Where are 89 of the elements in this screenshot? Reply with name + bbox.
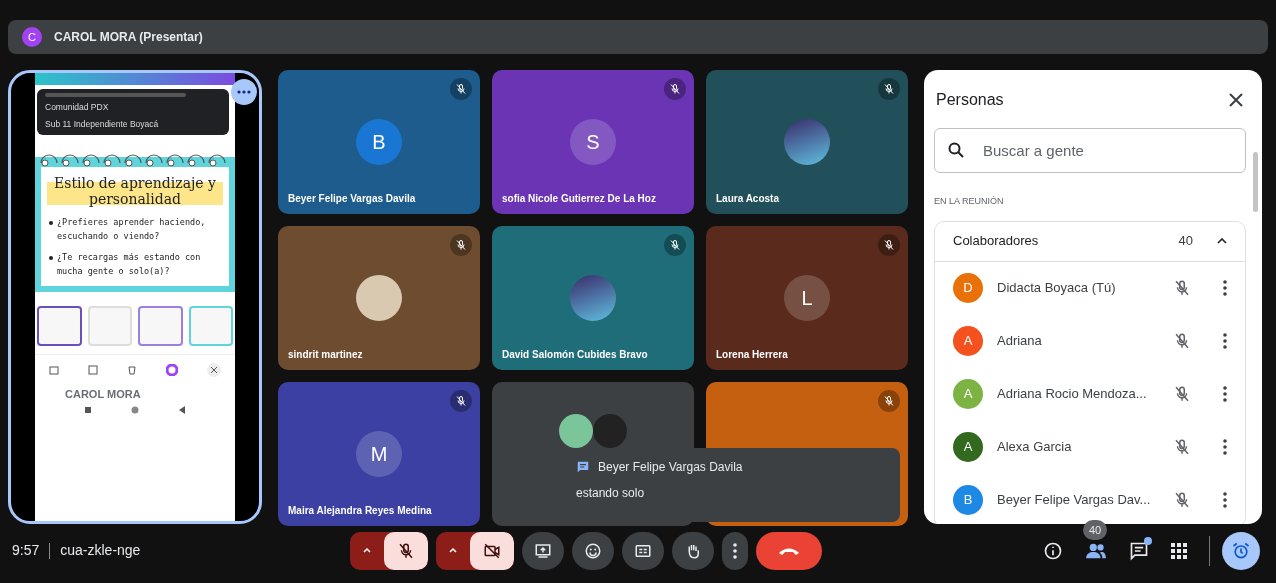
more-options-button[interactable] [1223,439,1227,455]
participant-avatar: D [953,273,983,303]
raise-hand-button[interactable] [672,531,715,570]
bullet-icon [49,256,53,261]
participant-name: Maira Alejandra Reyes Medina [288,504,432,518]
dots-icon [1223,386,1227,402]
chat-icon [576,460,590,474]
people-icon [1085,541,1107,560]
apps-grid-button[interactable] [1171,542,1187,559]
avatar: B [356,119,402,165]
more-options-button[interactable] [1223,333,1227,349]
chat-icon [1129,540,1149,561]
participant-name: Beyer Felipe Vargas Davila [288,192,416,206]
photo-placeholder [593,414,627,448]
meeting-code: cua-zkle-nge [60,541,142,560]
notification-text: Sub 11 Independiente Boyacá [45,117,160,131]
camera-off-icon [483,541,502,560]
presenter-label: CAROL MORA [64,387,142,403]
more-options-button[interactable] [722,531,749,570]
participant-name: Beyer Felipe Vargas Dav... [997,491,1152,510]
slide-bullet: ¿Prefieres aprender haciendo, escuchando o viendo? [57,216,207,243]
avatar-picture-placeholder [784,119,830,165]
dots-icon [237,90,251,94]
more-options-button[interactable] [1223,386,1227,402]
info-icon [1043,540,1063,561]
toast-message: estando solo [576,485,646,502]
notification-text: Comunidad PDX [45,101,110,114]
search-icon [948,142,964,158]
panel-title: Personas [936,90,1004,110]
section-label: EN LA REUNIÓN [934,195,1005,208]
presenter-name: CAROL MORA (Presentar) [54,29,203,46]
activities-button[interactable] [1222,531,1260,570]
presenter-avatar: C [22,27,42,47]
more-options-button[interactable] [1223,492,1227,508]
participant-name: Lorena Herrera [716,348,788,362]
participant-name: Adriana Rocio Mendoza... [997,385,1148,404]
participant-row[interactable]: D Didacta Boyaca (Tú) [935,261,1245,315]
avatar: S [570,119,616,165]
microphone-button[interactable] [384,531,429,570]
participant-name: sofia Nicole Gutierrez De La Hoz [502,192,656,206]
group-header[interactable]: Colaboradores 40 [935,221,1245,262]
participant-row[interactable]: A Adriana [935,314,1245,368]
toast-sender: Beyer Felipe Vargas Davila [598,459,743,476]
avatar-picture-placeholder [559,414,593,448]
photo-placeholder [356,275,402,321]
dots-icon [1223,492,1227,508]
participant-avatar: A [953,432,983,462]
participant-name: David Salomón Cubides Bravo [502,348,648,362]
dots-icon [1223,439,1227,455]
caret-icon [449,548,458,553]
participant-name: Alexa Garcia [997,438,1073,457]
slide-bullet: ¿Te recargas más estando con mucha gente o solo(a)? [57,251,202,278]
participant-row[interactable]: A Alexa Garcia [935,420,1245,474]
meeting-time: 9:57 [12,541,40,560]
dots-icon [1223,280,1227,296]
apps-grid-icon [1171,542,1187,559]
group-label: Colaboradores [953,232,1040,251]
group-count: 40 [1178,232,1193,251]
participant-name: Laura Acosta [716,192,779,206]
dots-icon [1223,333,1227,349]
participant-avatar: B [953,485,983,515]
alarm-clock-icon [1231,540,1251,561]
participant-row[interactable]: A Adriana Rocio Mendoza... [935,367,1245,421]
present-icon [534,541,553,560]
info-button[interactable] [1043,540,1063,561]
participant-name: Adriana [997,332,1043,351]
avatar: M [356,431,402,477]
captions-button[interactable] [622,531,665,570]
bullet-icon [49,221,53,226]
caret-icon [363,548,372,553]
avatar: L [784,275,830,321]
scrollbar-thumb[interactable] [1253,152,1258,212]
participant-name: Didacta Boyaca (Tú) [997,279,1117,298]
emoji-button[interactable] [572,531,615,570]
chat-button[interactable] [1129,540,1149,561]
avatar-picture-placeholder [570,275,616,321]
present-screen-button[interactable] [522,531,565,570]
search-field[interactable]: Buscar a gente [934,128,1246,173]
participant-avatar: A [953,379,983,409]
participant-name: sindrit martinez [288,348,363,362]
more-options-button[interactable] [231,79,257,105]
end-call-button[interactable] [756,531,823,570]
participant-avatar: A [953,326,983,356]
close-icon [1229,93,1243,107]
emoji-icon [584,541,603,560]
slide-title: Estilo de aprendizaje y personalidad [47,174,223,209]
dots-icon [733,542,738,559]
more-options-button[interactable] [1223,280,1227,296]
camera-button[interactable] [470,531,515,570]
